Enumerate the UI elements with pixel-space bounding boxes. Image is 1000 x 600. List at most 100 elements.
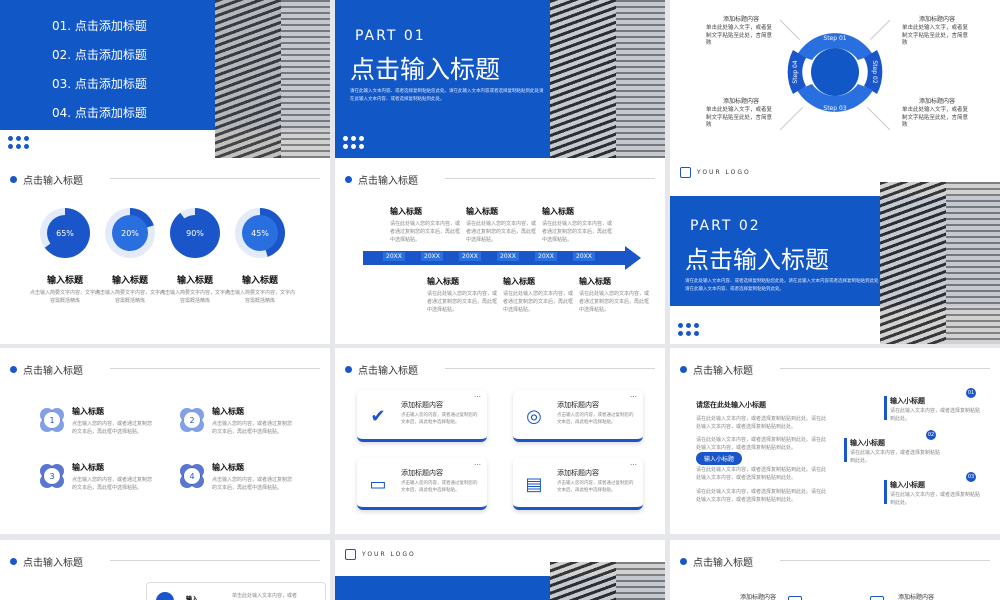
card-title: 添加标题内容 bbox=[557, 469, 599, 477]
percent-value: 65% bbox=[47, 215, 83, 251]
item-text: 单击此处输入文本内容，或者 bbox=[232, 593, 298, 599]
item-text: 点击输入简要文字内容，文字内容需概括精炼 bbox=[224, 290, 295, 304]
card-text: 点击输入您的内容，或者通过复制您的文本后，再此框中选择粘贴。 bbox=[557, 481, 634, 494]
slide-thumbnail-4[interactable]: 点击输入标题 65% 输入标题点击输入简要文字内容，文字内容需概括精炼 20% 输入标… bbox=[0, 158, 330, 344]
slide-header: 点击输入标题 bbox=[680, 362, 753, 377]
header-title: 点击输入标题 bbox=[693, 558, 753, 569]
year-label: 20XX bbox=[573, 252, 595, 261]
header-title: 点击输入标题 bbox=[693, 366, 753, 377]
block-icon bbox=[788, 596, 802, 600]
paragraph-1: 请在此处输入文本内容，或者选择复制粘贴到此处。请在此处输入文本内容，或者选择复制… bbox=[696, 416, 827, 430]
item-number-badge: 01 bbox=[966, 388, 976, 398]
paragraph-2: 请在此处输入文本内容，或者选择复制粘贴到此处。请在此处输入文本内容，或者选择复制… bbox=[696, 437, 827, 451]
slide-thumbnail-9[interactable]: 点击输入标题 请您在此处输入小标题 请在此处输入文本内容，或者选择复制粘贴到此处… bbox=[670, 348, 1000, 534]
slide-thumbnail-8[interactable]: 点击输入标题 ✔ 添加标题内容 点击输入您的内容，或者通过复制您的文本后，再此框中选… bbox=[335, 348, 665, 534]
timeline-block: 输入标题请在此处输入您的文本内容，或者通过复制您的文本后，再此框中选择粘贴。 bbox=[579, 276, 649, 314]
item-title: 输入标题 bbox=[72, 463, 104, 472]
step-block: 添加标题内容 单击此处输入文字，或者复制文字粘贴至此处，言简意赅 bbox=[706, 96, 776, 130]
slide-header: 点击输入标题 bbox=[10, 172, 83, 187]
slide-thumbnail-6[interactable]: YOUR LOGO PART 02 点击输入标题 请在此处输入文本内容、或者选择… bbox=[670, 158, 1000, 344]
item-title: 输入标题 bbox=[176, 276, 213, 286]
item-text: 点击输入简要文字内容，文字内容需概括精炼 bbox=[29, 290, 100, 304]
item-title: 输入标题 bbox=[111, 276, 148, 286]
slide-thumbnail-11[interactable]: YOUR LOGO bbox=[335, 540, 665, 600]
header-dot-icon bbox=[680, 558, 687, 565]
logo-icon bbox=[680, 167, 691, 178]
block-title: 添加标题内容 bbox=[740, 594, 777, 600]
feature-card[interactable]: ✔ 添加标题内容 点击输入您的内容，或者通过复制您的文本后，再此框中选择粘贴。… bbox=[357, 390, 487, 442]
agenda-item: 03. 点击添加标题 bbox=[52, 77, 147, 91]
block-text: 请在此处输入您的文本内容，或者通过复制您的文本后，再此框中选择粘贴。 bbox=[466, 221, 537, 243]
timeline-block: 输入标题请在此处输入您的文本内容，或者通过复制您的文本后，再此框中选择粘贴。 bbox=[466, 206, 536, 244]
item-title: 输入小标题 bbox=[890, 481, 925, 489]
item-title: 输入小标题 bbox=[890, 397, 925, 405]
percent-ring: 65% bbox=[40, 208, 90, 258]
header-title: 点击输入标题 bbox=[23, 558, 83, 569]
year-label: 20XX bbox=[459, 252, 481, 261]
percent-value: 90% bbox=[177, 215, 213, 251]
slide-thumbnail-12[interactable]: 点击输入标题 添加标题内容 添加标题内容 bbox=[670, 540, 1000, 600]
slide-header: 点击输入标题 bbox=[345, 172, 418, 187]
item-number: 4 bbox=[184, 468, 200, 484]
step-block-text: 单击此处输入文字，或者复制文字粘贴至此处，言简意赅 bbox=[706, 107, 773, 129]
item-text: 点击输入您的内容，或者通过复制您的文本后，再此框中选择粘贴。 bbox=[72, 477, 153, 491]
item-marker bbox=[884, 480, 887, 504]
item-title: 输入小标题 bbox=[850, 439, 885, 447]
slide-thumbnail-7[interactable]: 点击输入标题 1 输入标题 点击输入您的内容，或者通过复制您的文本后，再此框中选择粘… bbox=[0, 348, 330, 534]
year-label: 20XX bbox=[383, 252, 405, 261]
header-dot-icon bbox=[10, 176, 17, 183]
logo: YOUR LOGO bbox=[345, 549, 416, 560]
block-title: 输入标题 bbox=[427, 277, 459, 286]
block-title: 输入标题 bbox=[390, 207, 422, 216]
slide-header: 点击输入标题 bbox=[345, 362, 418, 377]
item-title: 输入 bbox=[186, 596, 199, 600]
more-icon: … bbox=[630, 459, 637, 467]
percent-ring: 20% bbox=[105, 208, 155, 258]
paragraph-3: 请在此处输入文本内容，或者选择复制粘贴到此处。请在此处输入文本内容，或者选择复制… bbox=[696, 467, 827, 481]
feature-card[interactable]: ◎ 添加标题内容 点击输入您的内容，或者通过复制您的文本后，再此框中选择粘贴。… bbox=[513, 390, 643, 442]
slide-body: 请在此输入文本内容、或者选择复制粘贴您此处。请在此输入文本内容或者选择复制粘贴到… bbox=[350, 89, 544, 103]
step-block-title: 添加标题内容 bbox=[918, 16, 955, 23]
block-title: 输入标题 bbox=[466, 207, 498, 216]
item-marker bbox=[884, 396, 887, 420]
feature-card[interactable]: ▤ 添加标题内容 点击输入您的内容，或者通过复制您的文本后，再此框中选择粘贴。… bbox=[513, 458, 643, 510]
percent-ring: 90% bbox=[170, 208, 220, 258]
item-text: 请在此输入文本内容，或者选择复制粘贴到此处。 bbox=[890, 408, 981, 422]
part-label: PART 01 bbox=[355, 28, 426, 44]
step-block-title: 添加标题内容 bbox=[918, 98, 955, 105]
item-text: 点击输入您的内容，或者通过复制您的文本后，再此框中选择粘贴。 bbox=[212, 421, 293, 435]
item-text: 请在此输入文本内容，或者选择复制粘贴到此处。 bbox=[850, 450, 941, 464]
year-label: 20XX bbox=[497, 252, 519, 261]
step-label: Step 03 bbox=[823, 105, 846, 112]
header-divider bbox=[110, 560, 320, 561]
item-number: 3 bbox=[44, 468, 60, 484]
more-icon: … bbox=[474, 391, 481, 399]
block-title: 输入标题 bbox=[579, 277, 611, 286]
header-divider bbox=[110, 368, 320, 369]
block-text: 请在此处输入您的文本内容，或者通过复制您的文本后，再此框中选择粘贴。 bbox=[579, 291, 650, 313]
header-dot-icon bbox=[10, 366, 17, 373]
year-label: 20XX bbox=[421, 252, 443, 261]
item-text: 点击输入您的内容，或者通过复制您的文本后，再此框中选择粘贴。 bbox=[212, 477, 293, 491]
laptop-icon: ▭ bbox=[369, 473, 387, 495]
logo-icon bbox=[345, 549, 356, 560]
card-text: 点击输入您的内容，或者通过复制您的文本后，再此框中选择粘贴。 bbox=[401, 413, 478, 426]
flower-badge-icon: 1 bbox=[40, 408, 64, 432]
slide-title: 点击输入标题 bbox=[685, 246, 829, 274]
paragraph-4: 请在此处输入文本内容，或者选择复制粘贴到此处。请在此处输入文本内容，或者选择复制… bbox=[696, 489, 827, 503]
card-text: 点击输入您的内容，或者通过复制您的文本后，再此框中选择粘贴。 bbox=[401, 481, 478, 494]
header-divider bbox=[445, 368, 655, 369]
step-block-title: 添加标题内容 bbox=[722, 16, 759, 23]
slide-thumbnail-10[interactable]: 点击输入标题 输入 单击此处输入文本内容，或者 bbox=[0, 540, 330, 600]
header-divider bbox=[780, 560, 990, 561]
item-title: 输入标题 bbox=[241, 276, 278, 286]
header-title: 点击输入标题 bbox=[23, 176, 83, 187]
slide-header: 点击输入标题 bbox=[10, 554, 83, 569]
item-marker bbox=[844, 438, 847, 462]
item-number-badge: 03 bbox=[966, 472, 976, 482]
feature-card[interactable]: ▭ 添加标题内容 点击输入您的内容，或者通过复制您的文本后，再此框中选择粘贴。… bbox=[357, 458, 487, 510]
coins-icon: ◎ bbox=[526, 405, 542, 427]
slide-thumbnail-5[interactable]: 点击输入标题 20XX 20XX 20XX 20XX 20XX 20XX 输入标题 请在此处… bbox=[335, 158, 665, 344]
block-title: 添加标题内容 bbox=[898, 594, 935, 600]
bldg-image bbox=[550, 562, 665, 600]
